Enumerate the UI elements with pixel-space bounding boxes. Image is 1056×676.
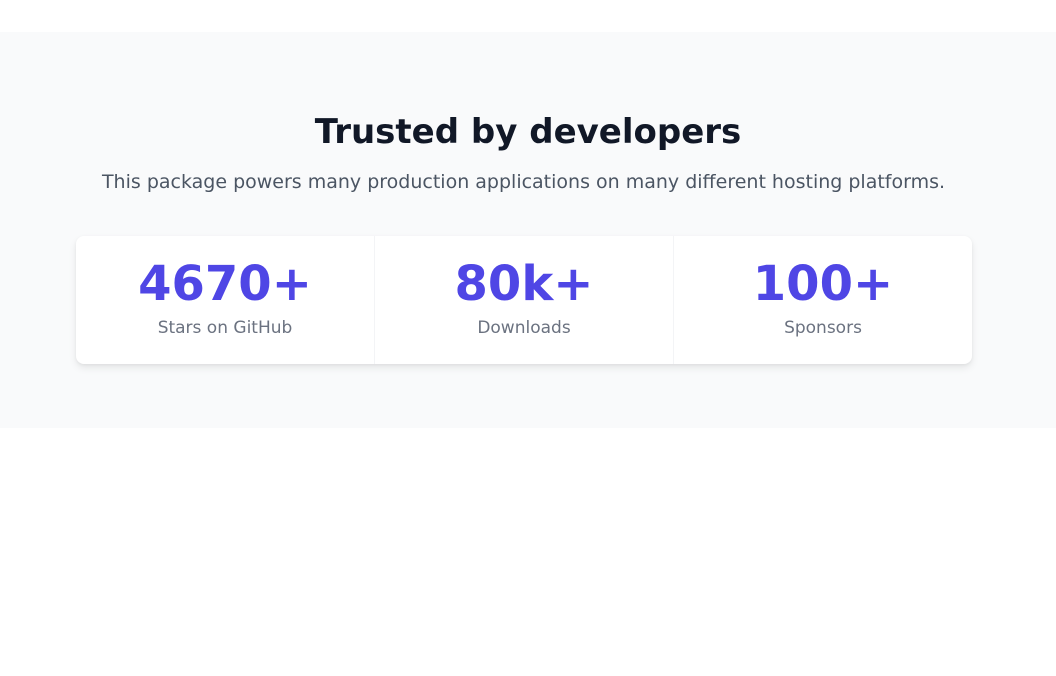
stats-card: 4670+ Stars on GitHub 80k+ Downloads 100… xyxy=(76,236,972,364)
section-description: This package powers many production appl… xyxy=(101,171,946,193)
stat-label: Sponsors xyxy=(784,318,862,338)
stat-sponsors: 100+ Sponsors xyxy=(673,236,972,364)
stat-downloads: 80k+ Downloads xyxy=(374,236,673,364)
stat-value: 80k+ xyxy=(454,256,594,312)
stat-github-stars: 4670+ Stars on GitHub xyxy=(76,236,374,364)
stats-section xyxy=(0,32,1056,428)
stat-value: 4670+ xyxy=(138,256,312,312)
stat-label: Stars on GitHub xyxy=(157,318,293,338)
section-title: Trusted by developers xyxy=(314,112,742,152)
stat-label: Downloads xyxy=(477,318,571,338)
stat-value: 100+ xyxy=(752,256,894,312)
